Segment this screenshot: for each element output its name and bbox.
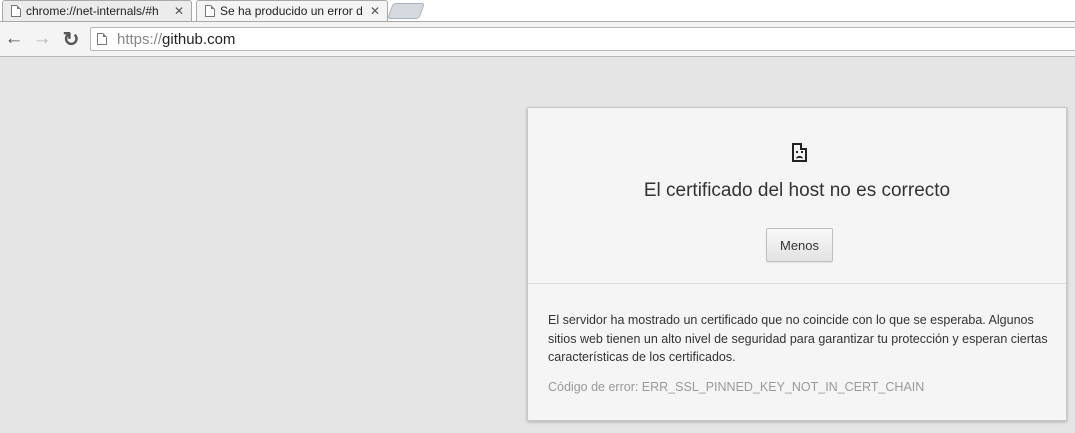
close-icon[interactable]: ✕ xyxy=(172,4,186,18)
broken-document-icon xyxy=(792,143,807,162)
error-title: El certificado del host no es correcto xyxy=(643,180,951,201)
address-bar[interactable]: https:// github.com xyxy=(90,27,1075,51)
error-code: Código de error: ERR_SSL_PINNED_KEY_NOT_… xyxy=(548,380,925,394)
url-scheme: https:// xyxy=(117,30,163,48)
tab-strip: chrome://net-internals/#h ✕ Se ha produc… xyxy=(0,0,1075,21)
back-arrow-icon[interactable]: ← xyxy=(3,28,25,50)
error-details: El servidor ha mostrado un certificado q… xyxy=(548,313,1048,364)
tab-title: Se ha producido un error d xyxy=(220,4,363,18)
divider xyxy=(528,283,1066,284)
page-icon xyxy=(97,33,107,45)
new-tab-button[interactable] xyxy=(387,3,425,19)
url-host: github.com xyxy=(162,30,236,48)
less-button[interactable]: Menos xyxy=(766,228,833,262)
ssl-error-card: El certificado del host no es correcto M… xyxy=(527,107,1067,421)
page-icon xyxy=(11,5,21,17)
browser-toolbar: ← → ↻ https:// github.com xyxy=(0,21,1075,57)
card-header: El certificado del host no es correcto M… xyxy=(528,108,1066,283)
page-icon xyxy=(205,5,215,17)
close-icon[interactable]: ✕ xyxy=(368,4,382,18)
forward-arrow-icon[interactable]: → xyxy=(31,28,53,50)
tab-title: chrome://net-internals/#h xyxy=(26,4,159,18)
tab-net-internals[interactable]: chrome://net-internals/#h ✕ xyxy=(2,0,192,21)
reload-icon[interactable]: ↻ xyxy=(60,28,82,51)
tab-error-page[interactable]: Se ha producido un error d ✕ xyxy=(196,0,388,21)
